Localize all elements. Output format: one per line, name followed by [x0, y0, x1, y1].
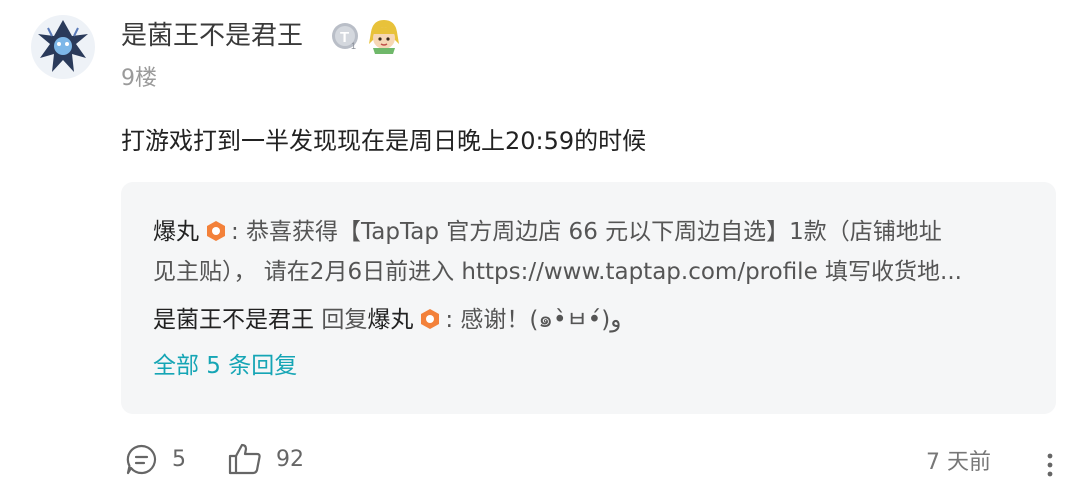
- floor-number: 9楼: [121, 66, 157, 91]
- avatar[interactable]: [30, 14, 96, 80]
- view-all-replies-link[interactable]: 全部 5 条回复: [153, 348, 297, 384]
- replies-panel[interactable]: 爆丸 : 恭喜获得【TapTap 官方周边店 66 元以下周边自选】1款（店铺地址…: [121, 182, 1056, 414]
- reply-word: 回复: [321, 307, 368, 333]
- official-badge-icon: [419, 305, 441, 329]
- reply-author[interactable]: 爆丸: [153, 219, 199, 245]
- more-vertical-icon[interactable]: [1044, 452, 1056, 478]
- emoji-avatar-badge-icon: [367, 18, 401, 54]
- t-level-badge-icon: T 1: [331, 22, 361, 52]
- reply-target[interactable]: 爆丸: [367, 307, 413, 333]
- username[interactable]: 是菌王不是君王: [121, 18, 303, 54]
- reply-text-line2: 见主贴）， 请在2月6日前进入 https://www.taptap.com/p…: [153, 259, 962, 285]
- reply-text-line1: : 恭喜获得【TapTap 官方周边店 66 元以下周边自选】1款（店铺地址: [231, 219, 942, 245]
- official-badge-icon: [205, 217, 227, 241]
- comment-count[interactable]: 5: [172, 445, 186, 475]
- reply-author[interactable]: 是菌王不是君王: [153, 307, 314, 333]
- reply-item[interactable]: 爆丸 : 恭喜获得【TapTap 官方周边店 66 元以下周边自选】1款（店铺地址: [153, 214, 942, 250]
- post-time: 7 天前: [926, 450, 991, 475]
- reply-item[interactable]: 是菌王不是君王 回复爆丸 : 感谢！(๑•̀ㅂ•́)و: [153, 302, 621, 338]
- like-count[interactable]: 92: [276, 445, 304, 475]
- comment-icon[interactable]: [125, 443, 158, 476]
- post-content: 打游戏打到一半发现现在是周日晚上20:59的时候: [121, 127, 647, 155]
- badge-sub: 1: [351, 41, 356, 51]
- badge-letter: T: [340, 29, 349, 46]
- reply-text: : 感谢！(๑•̀ㅂ•́)و: [445, 307, 622, 333]
- thumbs-up-icon[interactable]: [227, 441, 263, 477]
